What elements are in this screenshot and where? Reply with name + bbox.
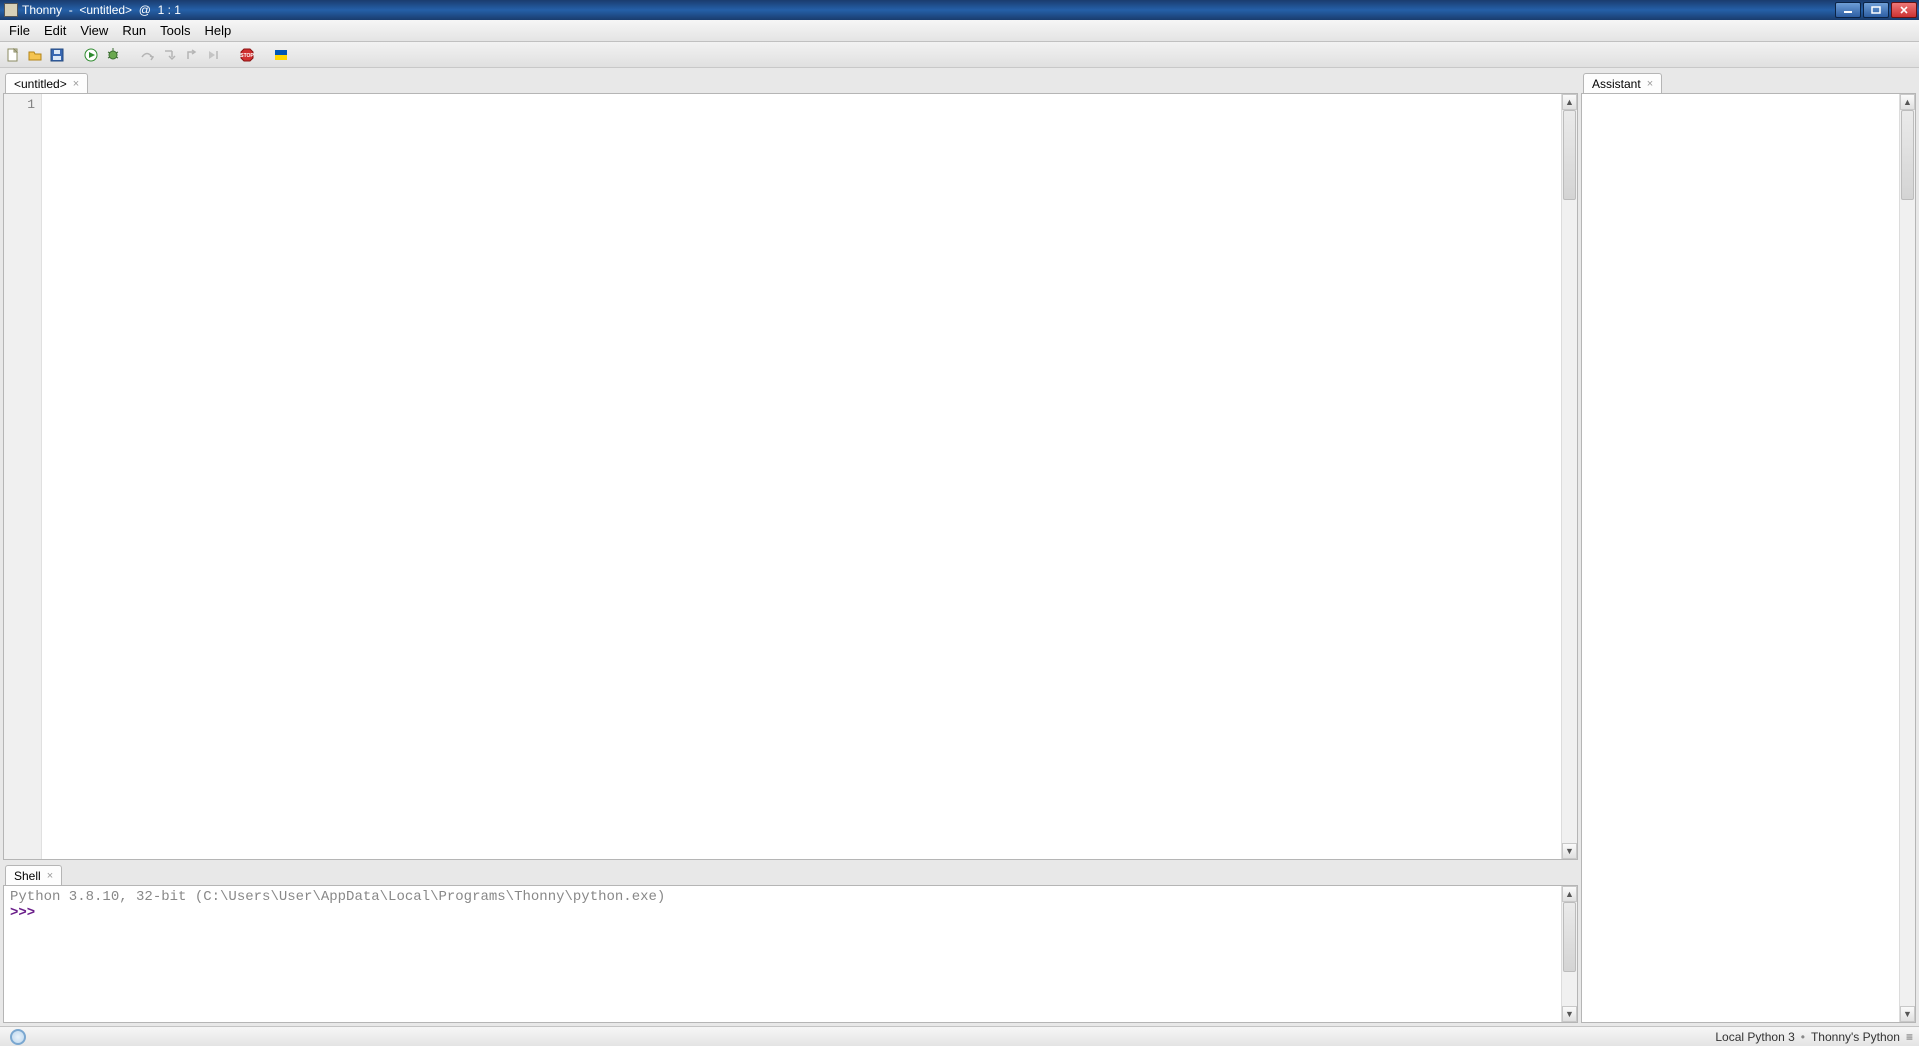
menu-tools[interactable]: Tools <box>153 20 197 41</box>
statusbar: Local Python 3 • Thonny's Python ≡ <box>0 1026 1919 1046</box>
scroll-down-icon[interactable]: ▼ <box>1900 1006 1915 1022</box>
status-backend[interactable]: Thonny's Python <box>1811 1030 1900 1044</box>
support-ukraine-icon[interactable] <box>272 46 290 64</box>
editor-tab[interactable]: <untitled> × <box>5 73 88 94</box>
step-over-icon[interactable] <box>138 46 156 64</box>
save-file-icon[interactable] <box>48 46 66 64</box>
line-number: 1 <box>4 97 35 112</box>
close-icon[interactable]: × <box>1647 79 1653 90</box>
editor-tab-label: <untitled> <box>14 77 67 91</box>
assistant-panel: Assistant × ▲ ▼ <box>1581 71 1916 1023</box>
status-indicator-icon <box>10 1029 26 1045</box>
shell-tab-row: Shell × <box>3 863 1578 885</box>
editor-body: 1 ▲ ▼ <box>3 93 1578 860</box>
shell-panel: Shell × Python 3.8.10, 32-bit (C:\Users\… <box>3 863 1578 1023</box>
shell-terminal[interactable]: Python 3.8.10, 32-bit (C:\Users\User\App… <box>4 886 1561 1022</box>
svg-text:STOP: STOP <box>240 53 254 59</box>
menu-run[interactable]: Run <box>115 20 153 41</box>
status-interpreter[interactable]: Local Python 3 <box>1715 1030 1794 1044</box>
code-editor[interactable] <box>42 94 1561 859</box>
shell-body-container: Python 3.8.10, 32-bit (C:\Users\User\App… <box>3 885 1578 1023</box>
stop-icon[interactable]: STOP <box>238 46 256 64</box>
close-icon[interactable]: × <box>73 79 79 90</box>
assistant-tab-label: Assistant <box>1592 77 1641 91</box>
window-titlebar: Thonny - <untitled> @ 1 : 1 <box>0 0 1919 20</box>
step-out-icon[interactable] <box>182 46 200 64</box>
step-into-icon[interactable] <box>160 46 178 64</box>
new-file-icon[interactable] <box>4 46 22 64</box>
debug-icon[interactable] <box>104 46 122 64</box>
shell-scrollbar[interactable]: ▲ ▼ <box>1561 886 1577 1022</box>
run-icon[interactable] <box>82 46 100 64</box>
assistant-content[interactable] <box>1582 94 1899 1022</box>
menubar: File Edit View Run Tools Help <box>0 20 1919 42</box>
menu-help[interactable]: Help <box>198 20 239 41</box>
assistant-body-container: ▲ ▼ <box>1581 93 1916 1023</box>
menu-view[interactable]: View <box>73 20 115 41</box>
editor-tab-row: <untitled> × <box>3 71 1578 93</box>
open-file-icon[interactable] <box>26 46 44 64</box>
shell-prompt: >>> <box>10 905 44 921</box>
scroll-up-icon[interactable]: ▲ <box>1562 886 1577 902</box>
menu-edit[interactable]: Edit <box>37 20 73 41</box>
shell-tab[interactable]: Shell × <box>5 865 62 886</box>
assistant-scrollbar[interactable]: ▲ ▼ <box>1899 94 1915 1022</box>
close-icon[interactable]: × <box>47 871 53 882</box>
main-area: <untitled> × 1 ▲ ▼ Shell <box>0 68 1919 1026</box>
editor-scrollbar[interactable]: ▲ ▼ <box>1561 94 1577 859</box>
editor-panel: <untitled> × 1 ▲ ▼ <box>3 71 1578 860</box>
maximize-button[interactable] <box>1863 2 1889 18</box>
menu-file[interactable]: File <box>2 20 37 41</box>
scroll-up-icon[interactable]: ▲ <box>1900 94 1915 110</box>
scroll-down-icon[interactable]: ▼ <box>1562 1006 1577 1022</box>
window-title: Thonny - <untitled> @ 1 : 1 <box>22 3 181 17</box>
resume-icon[interactable] <box>204 46 222 64</box>
assistant-tab-row: Assistant × <box>1581 71 1916 93</box>
scroll-up-icon[interactable]: ▲ <box>1562 94 1577 110</box>
close-button[interactable] <box>1891 2 1917 18</box>
toolbar: STOP <box>0 42 1919 68</box>
status-menu-icon[interactable]: ≡ <box>1906 1030 1913 1044</box>
app-icon <box>4 3 18 17</box>
assistant-tab[interactable]: Assistant × <box>1583 73 1662 94</box>
shell-tab-label: Shell <box>14 869 41 883</box>
editor-gutter: 1 <box>4 94 42 859</box>
status-separator: • <box>1801 1030 1805 1044</box>
shell-info-line: Python 3.8.10, 32-bit (C:\Users\User\App… <box>10 889 665 905</box>
minimize-button[interactable] <box>1835 2 1861 18</box>
scroll-down-icon[interactable]: ▼ <box>1562 843 1577 859</box>
left-column: <untitled> × 1 ▲ ▼ Shell <box>3 71 1578 1023</box>
